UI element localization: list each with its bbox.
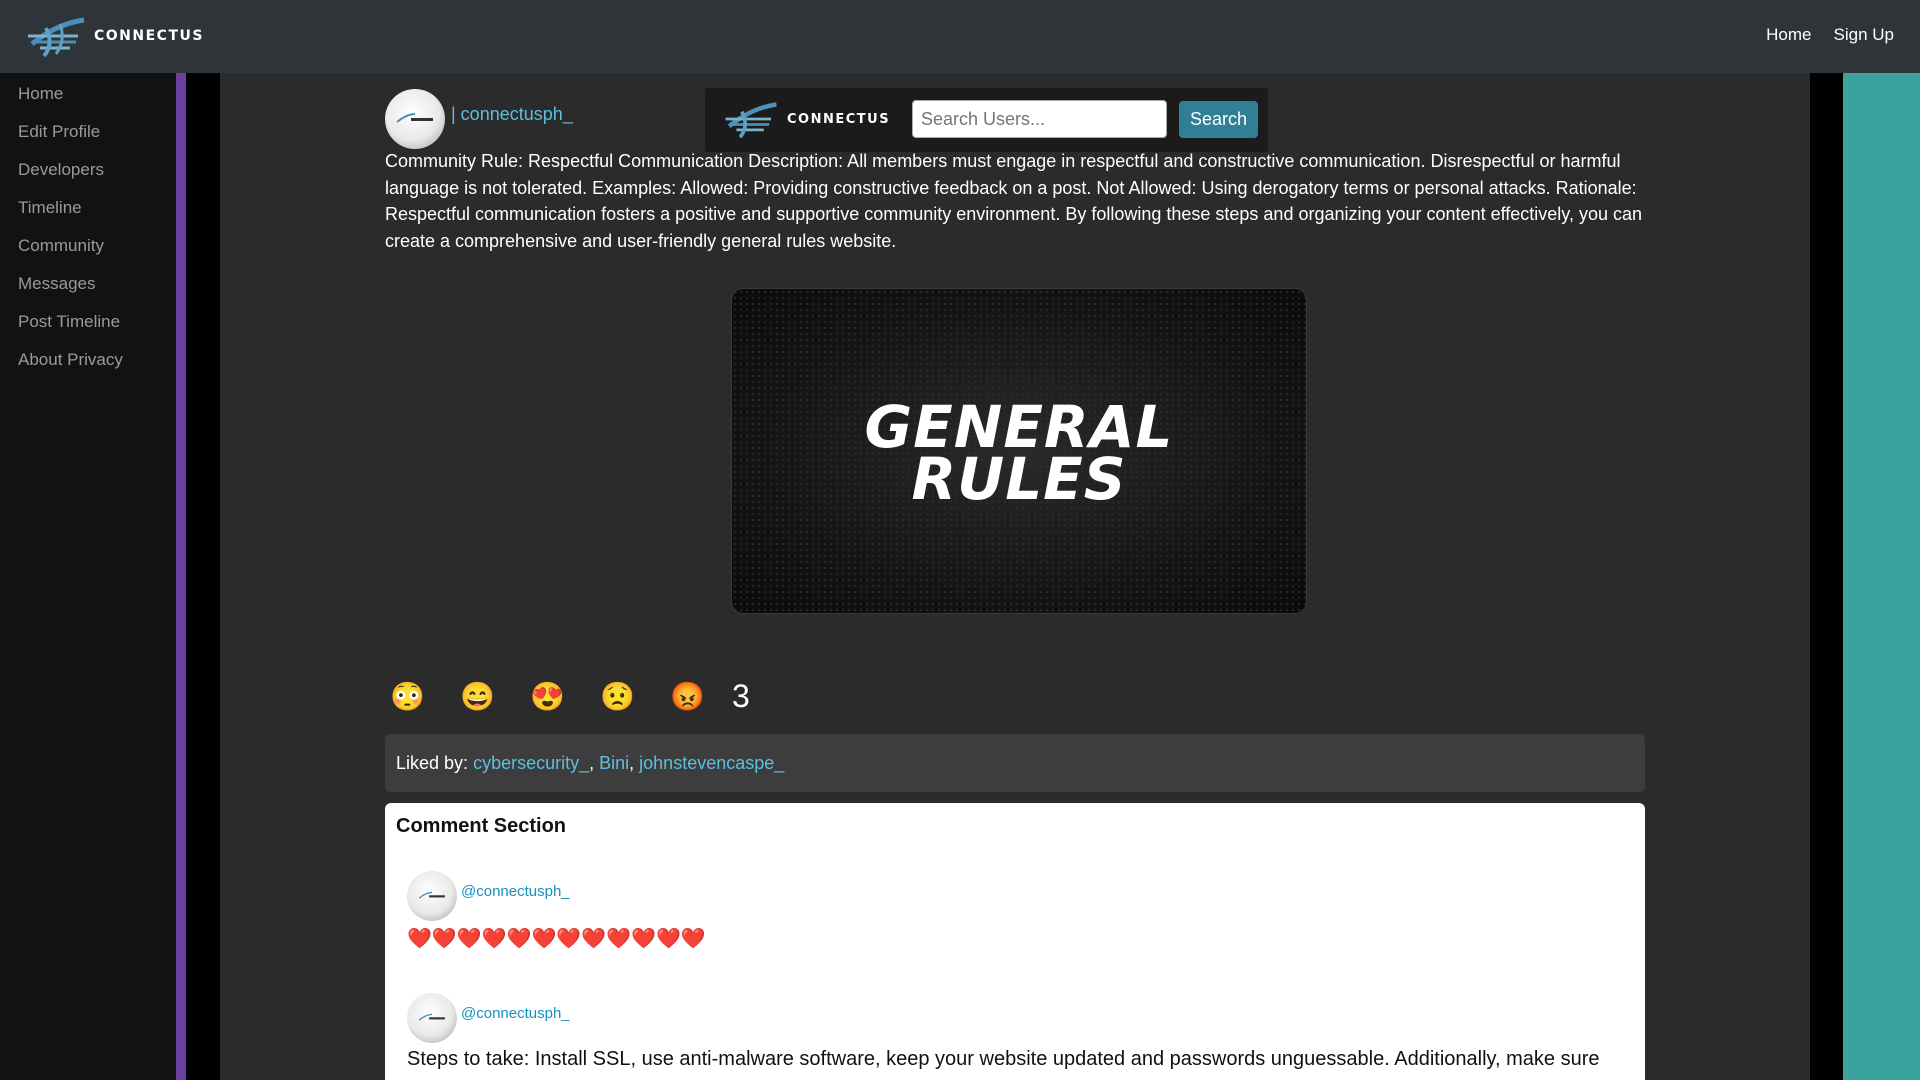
right-accent-panel [1843,73,1920,1080]
sidebar-item-post-timeline[interactable]: Post Timeline [0,303,176,341]
reaction-bar: 😳 😄 😍 😟 😡 3 [390,678,750,715]
comment-author-link[interactable]: @connectusph_ [461,883,570,900]
top-nav: Home Sign Up [1766,25,1894,45]
comment-avatar[interactable] [407,871,457,921]
post-image-title-line2: RULES [911,445,1127,513]
comment-text: Steps to take: Install SSL, use anti-mal… [407,1048,1600,1070]
connectus-logo-icon [725,102,777,139]
liked-by-label: Liked by: [396,753,469,773]
comment-header: @connectusph_ [407,993,1607,1043]
post-image-title: GENERAL RULES [732,398,1306,513]
angry-face-icon[interactable]: 😡 [670,680,740,713]
post-author-link[interactable]: | connectusph_ [451,104,573,125]
liked-by-panel: Liked by: cybersecurity_, Bini, johnstev… [385,734,1645,792]
sidebar-item-developers[interactable]: Developers [0,151,176,189]
liked-by-user-link[interactable]: cybersecurity_ [473,753,589,773]
connectus-logo-icon [28,17,85,58]
sidebar-item-messages[interactable]: Messages [0,265,176,303]
sidebar-item-timeline[interactable]: Timeline [0,189,176,227]
connectus-logo-icon [418,891,445,899]
sidebar-accent-bar [176,73,186,1080]
connectus-logo-icon [396,113,433,123]
liked-by-user-link[interactable]: Bini [599,753,629,773]
comment-avatar[interactable] [407,993,457,1043]
sidebar-item-home[interactable]: Home [0,75,176,113]
sidebar-item-edit-profile[interactable]: Edit Profile [0,113,176,151]
sidebar-item-community[interactable]: Community [0,227,176,265]
comment-section: Comment Section @connectusph_ ❤️❤️❤️❤️❤️… [385,803,1645,1080]
search-users-input[interactable] [912,100,1167,138]
grin-face-icon[interactable]: 😄 [460,680,530,713]
nav-home-link[interactable]: Home [1766,25,1811,45]
post-author-avatar[interactable] [385,89,445,149]
brand-name: CONNECTUS [94,28,204,44]
post-image[interactable]: GENERAL RULES [731,288,1307,614]
sad-face-icon[interactable]: 😟 [600,680,670,713]
search-panel: CONNECTUS Search [705,88,1268,152]
search-button[interactable]: Search [1179,101,1258,138]
search-brand-logo: CONNECTUS [723,99,890,139]
post-body-text: Community Rule: Respectful Communication… [385,151,1642,251]
comment-header: @connectusph_ [407,871,706,921]
comment-item: @connectusph_ Steps to take: Install SSL… [407,993,1607,1071]
nav-signup-link[interactable]: Sign Up [1834,25,1894,45]
reaction-count: 3 [732,678,750,714]
comment-section-title: Comment Section [396,815,567,837]
comment-item: @connectusph_ ❤️❤️❤️❤️❤️❤️❤️❤️❤️❤️❤️❤️ [407,871,706,951]
post-header: | connectusph_ [385,89,573,149]
top-navbar: CONNECTUS Home Sign Up [0,0,1920,73]
comment-text: ❤️❤️❤️❤️❤️❤️❤️❤️❤️❤️❤️❤️ [407,928,706,950]
brand-logo[interactable]: CONNECTUS [26,14,204,58]
search-brand-name: CONNECTUS [787,111,891,127]
liked-by-user-link[interactable]: johnstevencaspe_ [639,753,784,773]
comment-author-link[interactable]: @connectusph_ [461,1005,570,1022]
sidebar-item-about-privacy[interactable]: About Privacy [0,341,176,379]
sidebar: Home Edit Profile Developers Timeline Co… [0,73,176,1080]
heart-eyes-icon[interactable]: 😍 [530,680,600,713]
connectus-logo-icon [418,1013,445,1021]
wow-face-icon[interactable]: 😳 [390,680,460,713]
